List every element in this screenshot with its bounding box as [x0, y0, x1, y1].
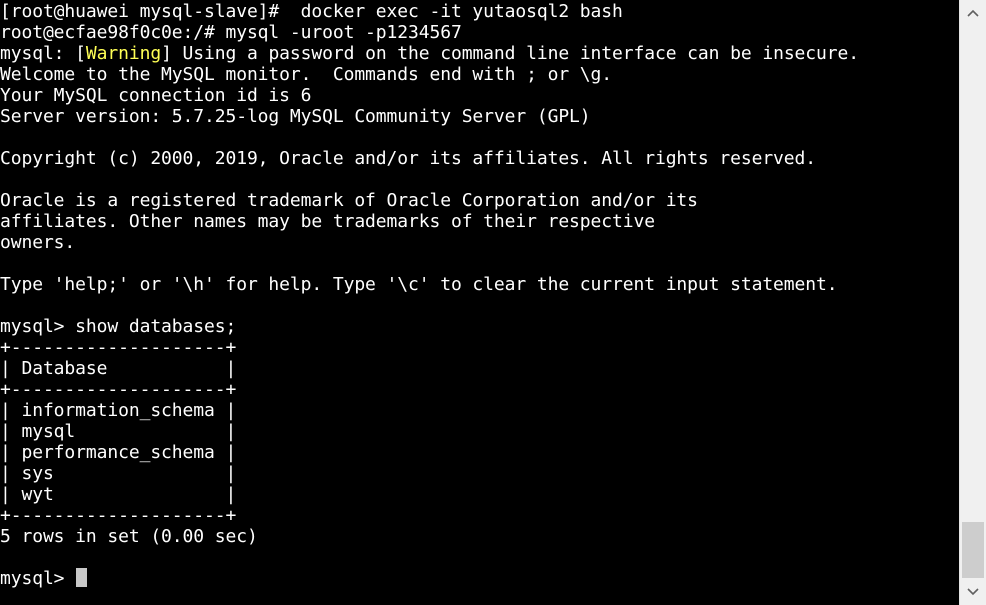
terminal-line: Welcome to the MySQL monitor. Commands e…	[0, 64, 613, 85]
table-border: +--------------------+	[0, 505, 237, 526]
terminal-line: affiliates. Other names may be trademark…	[0, 211, 655, 232]
terminal-line: mysql> show databases;	[0, 316, 237, 337]
prompt-line[interactable]: mysql>	[0, 568, 958, 589]
text-cursor	[76, 568, 88, 587]
terminal-line: Oracle is a registered trademark of Orac…	[0, 190, 698, 211]
terminal-line: Your MySQL connection id is 6	[0, 85, 312, 106]
table-border: +--------------------+	[0, 379, 237, 400]
terminal-line: [root@huawei mysql-slave]# docker exec -…	[0, 1, 623, 22]
table-row: | performance_schema |	[0, 442, 237, 463]
table-row: | wyt |	[0, 484, 237, 505]
terminal-warning-line: mysql: [Warning] Using a password on the…	[0, 43, 958, 64]
scroll-down-arrow-icon	[967, 588, 979, 596]
scroll-up-button[interactable]	[960, 0, 986, 26]
terminal-window: [root@huawei mysql-slave]# docker exec -…	[0, 0, 986, 605]
warning-prefix: mysql: [	[0, 43, 86, 64]
table-row: | sys |	[0, 463, 237, 484]
warning-suffix: ] Using a password on the command line i…	[161, 43, 859, 64]
warning-highlight: Warning	[85, 43, 162, 64]
terminal-line: Server version: 5.7.25-log MySQL Communi…	[0, 106, 591, 127]
table-header-row: | Database |	[0, 358, 237, 379]
table-row: | information_schema |	[0, 400, 237, 421]
table-row: | mysql |	[0, 421, 237, 442]
scroll-up-arrow-icon	[967, 9, 979, 17]
terminal-line: owners.	[0, 232, 76, 253]
mysql-prompt: mysql>	[0, 568, 76, 589]
table-border: +--------------------+	[0, 337, 237, 358]
terminal-output[interactable]: [root@huawei mysql-slave]# docker exec -…	[0, 0, 958, 605]
result-summary: 5 rows in set (0.00 sec)	[0, 526, 258, 547]
terminal-line: root@ecfae98f0c0e:/# mysql -uroot -p1234…	[0, 22, 462, 43]
scroll-thumb[interactable]	[962, 522, 984, 578]
scroll-down-button[interactable]	[960, 579, 986, 605]
terminal-line: Type 'help;' or '\h' for help. Type '\c'…	[0, 274, 838, 295]
terminal-line: Copyright (c) 2000, 2019, Oracle and/or …	[0, 148, 817, 169]
vertical-scrollbar[interactable]	[959, 0, 986, 605]
